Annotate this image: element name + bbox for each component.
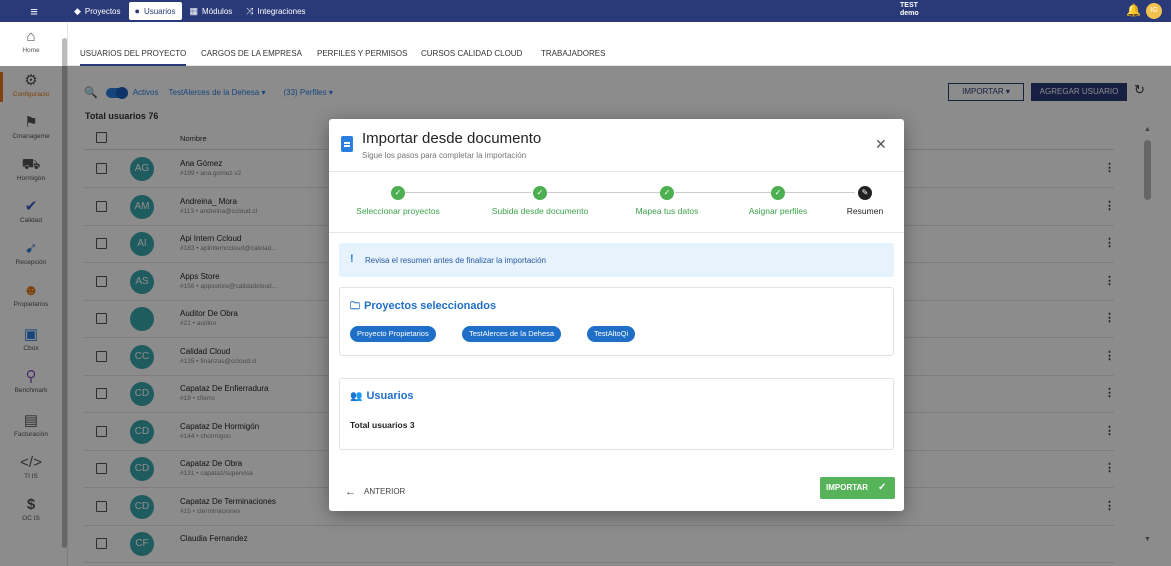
tab-label: Integraciones — [257, 6, 306, 16]
step-label: Mapea tus datos — [635, 206, 699, 216]
menu-icon[interactable]: ≡ — [0, 0, 68, 22]
users-title-text: Usuarios — [366, 390, 414, 402]
org-switcher[interactable]: TEST demo — [900, 2, 919, 18]
divider — [329, 232, 904, 233]
sub-tabs: USUARIOS DEL PROYECTO CARGOS DE LA EMPRE… — [68, 22, 1171, 66]
step-seleccionar-proyectos: ✓ Seleccionar proyectos — [343, 186, 453, 216]
subtab-cargos[interactable]: CARGOS DE LA EMPRESA — [201, 49, 302, 58]
step-mapea-datos: ✓ Mapea tus datos — [619, 186, 715, 216]
exclamation-icon: ! — [350, 253, 354, 265]
subtab-perfiles[interactable]: PERFILES Y PERMISOS — [317, 49, 407, 58]
previous-button[interactable]: ← ANTERIOR — [345, 485, 406, 498]
alert-text: Revisa el resumen antes de finalizar la … — [365, 256, 546, 265]
tab-integraciones[interactable]: ⤨ Integraciones — [240, 2, 311, 20]
subtab-usuarios-proyecto[interactable]: USUARIOS DEL PROYECTO — [80, 49, 187, 66]
divider — [329, 171, 904, 172]
org-env: demo — [900, 10, 919, 17]
folder-icon: 🗀 — [350, 301, 360, 312]
users-icon: 👥 — [350, 391, 363, 402]
home-icon: ⌂ — [26, 28, 36, 45]
tab-label: Proyectos — [84, 6, 121, 16]
tab-label: Usuarios — [143, 6, 176, 16]
step-label: Seleccionar proyectos — [356, 206, 440, 216]
arrow-left-icon: ← — [345, 486, 356, 498]
project-chip: TestAlerces de la Dehesa — [462, 326, 562, 342]
step-resumen: ✎ Resumen — [835, 186, 895, 216]
bell-icon[interactable]: 🔔 — [1126, 3, 1141, 17]
confirm-import-button[interactable]: IMPORTAR ✓ — [820, 477, 895, 499]
tab-proyectos[interactable]: ◆ Proyectos — [68, 2, 127, 20]
grid-icon: ▦ — [189, 5, 199, 16]
dialog-subtitle: Sigue los pasos para completar la import… — [362, 151, 527, 160]
sidebar-item-home[interactable]: ⌂ Home — [0, 28, 62, 54]
project-chip: Proyecto Propietarios — [350, 326, 436, 342]
users-card: 👥 Usuarios Total usuarios 3 — [339, 378, 894, 450]
check-icon: ✓ — [878, 482, 887, 493]
check-icon: ✓ — [771, 186, 785, 200]
top-bar: ≡ ◆ Proyectos ● Usuarios ▦ Módulos ⤨ Integra… — [0, 0, 1171, 22]
org-name: TEST — [900, 2, 918, 9]
subtab-trabajadores[interactable]: TRABAJADORES — [541, 49, 605, 58]
project-chip: TestAltoQi — [587, 326, 636, 342]
users-card-title: 👥 Usuarios — [350, 390, 414, 402]
projects-card: 🗀 Proyectos seleccionados Proyecto Propie… — [339, 287, 894, 356]
tab-label: Módulos — [202, 6, 233, 16]
document-icon — [341, 136, 353, 152]
previous-label: ANTERIOR — [364, 487, 406, 496]
user-avatar[interactable]: IG — [1146, 3, 1162, 19]
pencil-icon: ✎ — [858, 186, 872, 200]
step-label: Subida desde documento — [491, 206, 589, 216]
info-alert: ! Revisa el resumen antes de finalizar l… — [339, 243, 894, 277]
check-icon: ✓ — [391, 186, 405, 200]
projects-card-title: 🗀 Proyectos seleccionados — [350, 299, 496, 316]
subtab-cursos[interactable]: CURSOS CALIDAD CLOUD — [421, 49, 522, 58]
step-label: Resumen — [846, 206, 884, 216]
projects-title-text: Proyectos seleccionados — [364, 300, 497, 312]
users-total: Total usuarios 3 — [350, 420, 415, 430]
tag-icon: ◆ — [74, 5, 81, 16]
tab-modulos[interactable]: ▦ Módulos — [184, 2, 239, 20]
check-icon: ✓ — [533, 186, 547, 200]
user-icon: ● — [134, 6, 140, 16]
check-icon: ✓ — [660, 186, 674, 200]
confirm-import-label: IMPORTAR — [826, 483, 869, 492]
close-icon[interactable]: ✕ — [875, 136, 887, 153]
step-subida-documento: ✓ Subida desde documento — [477, 186, 603, 216]
step-asignar-perfiles: ✓ Asignar perfiles — [731, 186, 825, 216]
tab-usuarios[interactable]: ● Usuarios — [128, 2, 182, 20]
step-label: Asignar perfiles — [748, 206, 808, 216]
sidebar-item-label: Home — [22, 47, 40, 54]
shuffle-icon: ⤨ — [246, 5, 254, 16]
dialog-title: Importar desde documento — [362, 130, 542, 147]
import-dialog: Importar desde documento Sigue los pasos… — [329, 119, 904, 511]
